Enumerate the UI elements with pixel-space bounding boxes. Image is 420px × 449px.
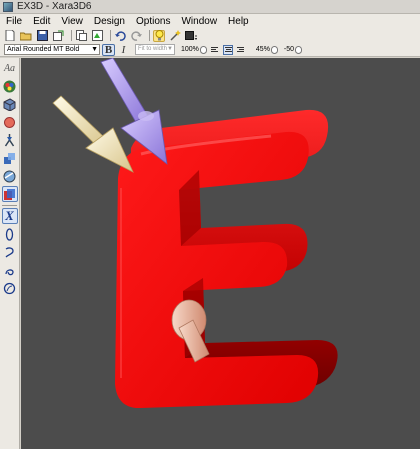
color-tool-icon[interactable]	[2, 78, 18, 94]
menu-options[interactable]: Options	[136, 16, 170, 27]
scale-field[interactable]: 100%	[181, 45, 207, 54]
line-spacing-value: 45%	[255, 46, 270, 53]
main-toolbar	[0, 28, 420, 43]
scale-value: 100%	[181, 46, 199, 53]
char-spacing-field[interactable]: -50	[283, 45, 303, 54]
options-icon[interactable]	[2, 280, 18, 296]
spinner-icon[interactable]	[270, 45, 278, 54]
spinner-icon[interactable]	[295, 45, 303, 54]
spinner-icon[interactable]	[199, 45, 207, 54]
open-icon[interactable]	[20, 30, 32, 42]
toolbar-separator	[149, 30, 150, 41]
window-title: EX3D - Xara3D6	[17, 1, 92, 12]
toolbar-separator	[110, 30, 111, 41]
design-canvas[interactable]	[21, 58, 420, 449]
lights-tool-icon[interactable]	[2, 132, 18, 148]
char-spacing-value: -50	[283, 46, 295, 53]
light-arrow-cream[interactable]	[52, 95, 134, 173]
extrude-tool-icon[interactable]	[1, 186, 18, 202]
save-animation-icon[interactable]	[91, 30, 103, 42]
export-icon[interactable]	[52, 30, 64, 42]
letter-e-model[interactable]	[115, 109, 338, 409]
animation-icon[interactable]	[2, 262, 18, 278]
bold-button[interactable]: B	[102, 43, 115, 56]
align-center-button[interactable]	[222, 44, 233, 55]
shape-tool-icon[interactable]	[2, 150, 18, 166]
font-name: Arial Rounded MT Bold	[7, 46, 80, 53]
font-selector[interactable]: Arial Rounded MT Bold ▼	[4, 44, 100, 55]
menu-file[interactable]: File	[6, 16, 22, 27]
texture-tool-icon[interactable]	[2, 96, 18, 112]
save-icon[interactable]	[36, 30, 48, 42]
rotate-z-icon[interactable]	[2, 244, 18, 260]
menu-edit[interactable]: Edit	[33, 16, 50, 27]
title-bar: EX3D - Xara3D6	[0, 0, 420, 14]
fit-to-width-selector[interactable]: Fit to width ▼	[135, 44, 175, 55]
align-left-button[interactable]	[210, 45, 220, 55]
tool-sidebar: Aa X	[0, 58, 20, 449]
italic-button[interactable]: I	[117, 44, 130, 56]
chevron-down-icon: ▼	[167, 46, 173, 52]
line-spacing-field[interactable]: 45%	[255, 45, 278, 54]
redo-icon[interactable]	[130, 30, 142, 42]
app-icon	[3, 1, 13, 12]
menu-design[interactable]: Design	[94, 16, 125, 27]
3d-scene	[52, 58, 338, 409]
toolbar-separator	[71, 30, 72, 41]
magic-wand-icon[interactable]	[169, 30, 181, 42]
render-icon[interactable]	[185, 30, 197, 42]
view-tool-icon[interactable]	[2, 168, 18, 184]
menu-bar: File Edit View Design Options Window Hel…	[0, 14, 420, 28]
lighting-icon[interactable]	[153, 29, 165, 42]
fit-label: Fit to width	[138, 46, 168, 52]
sidebar-separator	[2, 205, 17, 206]
rotate-y-icon[interactable]	[2, 226, 18, 242]
shadow-tool-icon[interactable]	[2, 114, 18, 130]
menu-help[interactable]: Help	[228, 16, 249, 27]
chevron-down-icon: ▼	[91, 46, 98, 53]
menu-window[interactable]: Window	[181, 16, 217, 27]
format-toolbar: Arial Rounded MT Bold ▼ B I Fit to width…	[0, 43, 420, 57]
import-icon[interactable]	[75, 30, 87, 42]
undo-icon[interactable]	[114, 30, 126, 42]
align-right-button[interactable]	[236, 45, 246, 55]
rotate-x-icon[interactable]: X	[1, 208, 18, 224]
menu-view[interactable]: View	[61, 16, 83, 27]
new-icon[interactable]	[4, 30, 16, 42]
text-tool-icon[interactable]: Aa	[2, 60, 18, 76]
